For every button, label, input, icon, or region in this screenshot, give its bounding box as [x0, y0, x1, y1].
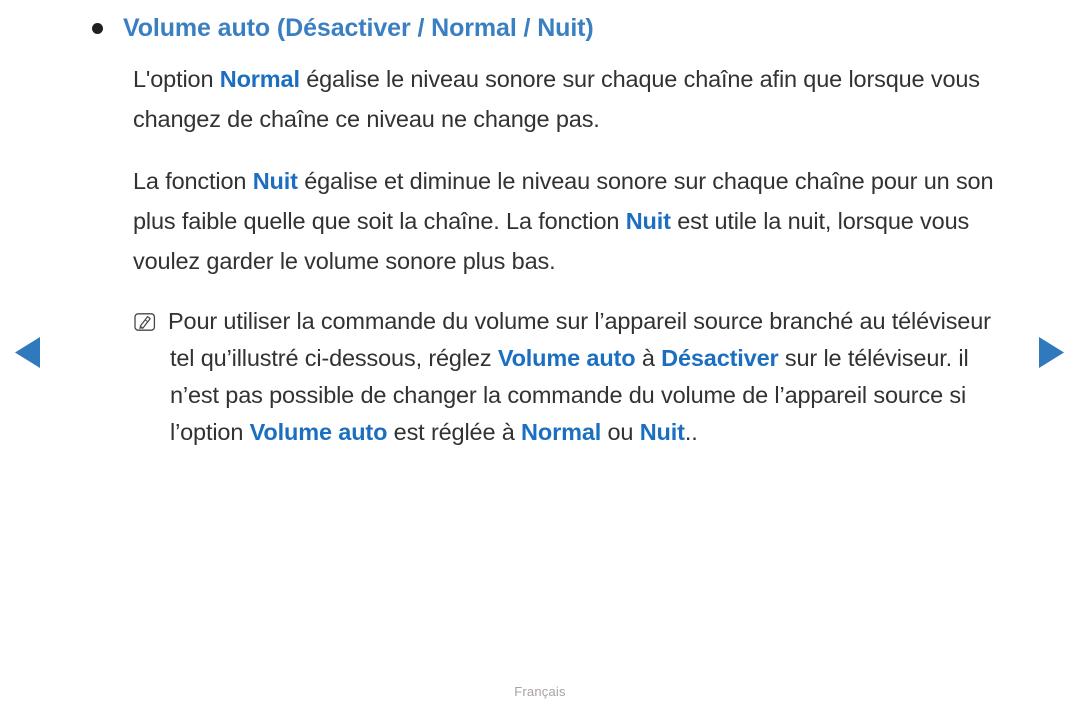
inline-highlight: Nuit — [252, 168, 298, 194]
inline-highlight: Volume auto — [497, 345, 636, 371]
inline-highlight: Désactiver — [661, 345, 779, 371]
inline-highlight: Normal — [521, 419, 602, 445]
prev-page-button[interactable] — [15, 337, 41, 368]
note-block: Pour utiliser la commande du volume sur … — [88, 303, 1008, 451]
content-column: Volume auto (Désactiver / Normal / Nuit)… — [88, 12, 1008, 451]
bullet-dot-icon — [92, 23, 103, 34]
manual-page: Volume auto (Désactiver / Normal / Nuit)… — [0, 0, 1080, 705]
note-text: Pour utiliser la commande du volume sur … — [168, 308, 991, 445]
triangle-right-icon — [1039, 337, 1065, 368]
paragraph-nuit: La fonction Nuit égalise et diminue le n… — [133, 168, 994, 274]
section-heading: Volume auto (Désactiver / Normal / Nuit) — [88, 12, 1008, 45]
inline-highlight: Normal — [219, 66, 300, 92]
inline-highlight: Nuit — [625, 208, 671, 234]
next-page-button[interactable] — [1039, 337, 1065, 368]
section-heading-text: Volume auto (Désactiver / Normal / Nuit) — [123, 14, 594, 42]
paragraph-normal: L'option Normal égalise le niveau sonore… — [133, 66, 980, 132]
inline-highlight: Nuit — [639, 419, 685, 445]
inline-highlight: Volume auto — [249, 419, 388, 445]
note-pencil-icon — [134, 313, 156, 331]
footer-language: Français — [514, 684, 566, 699]
triangle-left-icon — [15, 337, 41, 368]
